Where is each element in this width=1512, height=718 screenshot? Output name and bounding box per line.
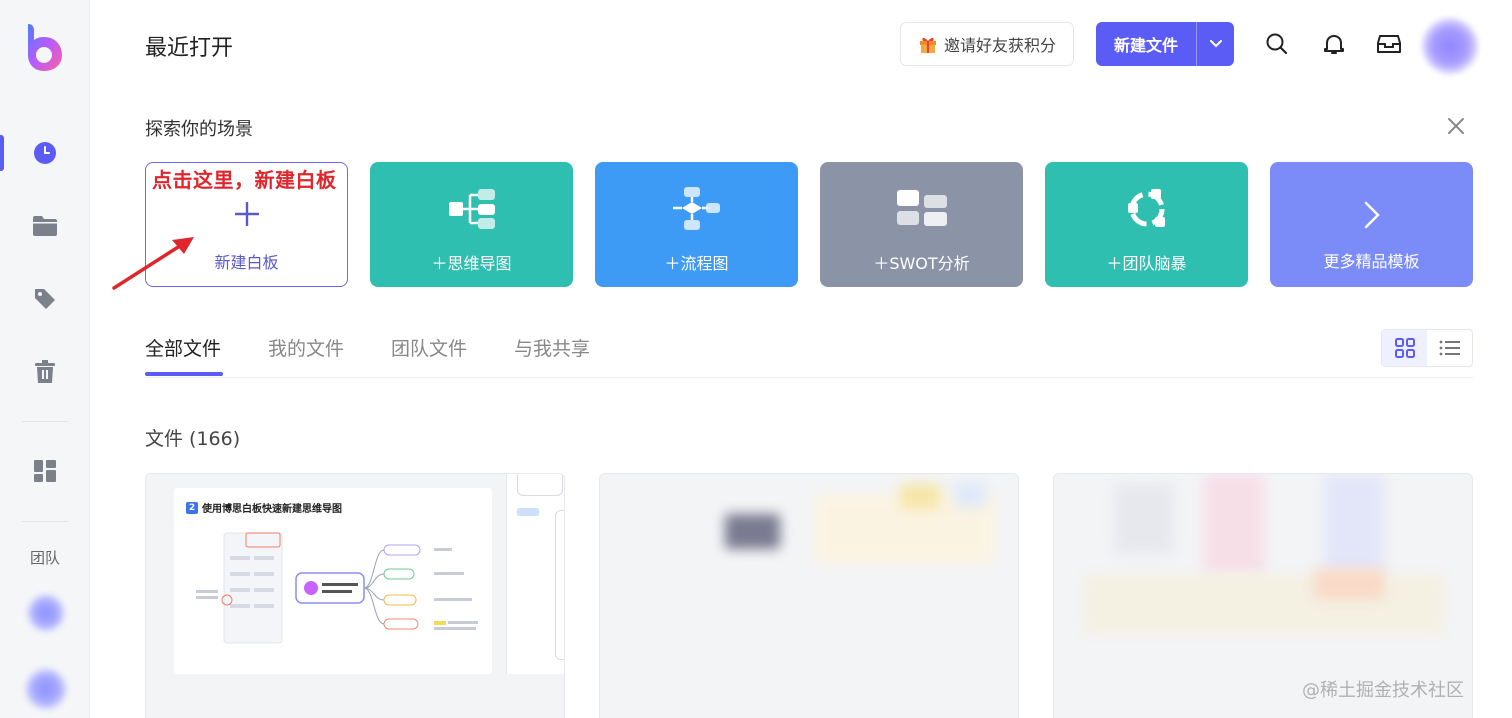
notifications-button[interactable] <box>1320 30 1348 58</box>
inbox-icon <box>1377 35 1401 53</box>
mindmap-icon <box>370 184 573 234</box>
app-logo[interactable] <box>24 22 66 72</box>
sidebar-item-tags[interactable] <box>25 279 65 319</box>
swot-template-card[interactable]: ＋SWOT分析 <box>820 162 1023 287</box>
brainstorm-icon <box>1045 184 1248 234</box>
hint-annotation: 点击这里，新建白板 <box>152 168 337 192</box>
sidebar-item-trash[interactable] <box>25 352 65 392</box>
team-avatar[interactable] <box>27 594 65 632</box>
mindmap-preview-icon <box>196 532 478 644</box>
step-badge: 2 <box>186 501 198 514</box>
card-label: ＋团队脑暴 <box>1106 254 1187 273</box>
file-card[interactable] <box>599 473 1019 718</box>
files-count: 文件 (166) <box>145 428 241 450</box>
gift-icon <box>919 37 936 53</box>
clock-icon <box>34 142 56 164</box>
explore-section-title: 探索你的场景 <box>145 119 253 140</box>
list-view-icon <box>1439 340 1460 356</box>
new-file-dropdown[interactable] <box>1197 40 1234 48</box>
bell-icon <box>1324 35 1344 54</box>
flowchart-icon <box>595 184 798 234</box>
team-avatar[interactable] <box>25 668 67 710</box>
arrow-annotation-icon <box>112 237 194 290</box>
watermark-text: @稀土掘金技术社区 <box>1302 680 1464 701</box>
sidebar-item-recent[interactable] <box>25 133 65 173</box>
mindmap-template-card[interactable]: ＋思维导图 <box>370 162 573 287</box>
active-tab-indicator <box>145 372 223 376</box>
card-label: ＋思维导图 <box>431 254 512 273</box>
view-toggle <box>1381 329 1473 367</box>
card-label: ＋SWOT分析 <box>873 254 970 273</box>
folder-icon <box>33 216 57 236</box>
trash-icon <box>35 360 55 383</box>
search-button[interactable] <box>1263 30 1291 58</box>
page-title: 最近打开 <box>145 36 234 61</box>
more-templates-card[interactable]: 更多精品模板 <box>1270 162 1473 287</box>
inbox-button[interactable] <box>1375 30 1403 58</box>
sidebar-divider <box>22 421 68 422</box>
tab-all-files[interactable]: 全部文件 <box>145 334 221 361</box>
card-label: ＋流程图 <box>664 254 729 273</box>
file-thumbnail: 2 使用博思白板快速新建思维导图 <box>174 488 492 674</box>
grid-view-button[interactable] <box>1382 330 1427 366</box>
sidebar: 团队 <box>0 0 90 718</box>
thumbnail-title: 2 使用博思白板快速新建思维导图 <box>186 500 342 515</box>
thumbnail-side-panel <box>506 474 564 674</box>
tag-icon <box>35 289 55 309</box>
user-avatar[interactable] <box>1422 18 1478 74</box>
new-file-button[interactable]: 新建文件 <box>1096 22 1234 66</box>
team-section-label: 团队 <box>29 549 60 567</box>
file-tabs: 全部文件 我的文件 团队文件 与我共享 <box>145 332 1473 378</box>
list-view-button[interactable] <box>1427 330 1472 366</box>
grid-view-icon <box>1394 338 1415 358</box>
chevron-right-icon <box>1270 190 1473 240</box>
tab-my-files[interactable]: 我的文件 <box>268 334 344 361</box>
sidebar-divider <box>22 521 68 522</box>
thumbnail-title-text: 使用博思白板快速新建思维导图 <box>202 504 342 515</box>
new-file-label: 新建文件 <box>1113 36 1178 55</box>
invite-label: 邀请好友获积分 <box>943 36 1056 55</box>
sidebar-item-templates[interactable] <box>25 451 65 491</box>
close-icon[interactable] <box>1444 114 1468 138</box>
tab-team-files[interactable]: 团队文件 <box>391 334 467 361</box>
grid-icon <box>34 460 56 482</box>
brainstorm-template-card[interactable]: ＋团队脑暴 <box>1045 162 1248 287</box>
invite-friends-button[interactable]: 邀请好友获积分 <box>900 22 1074 66</box>
flowchart-template-card[interactable]: ＋流程图 <box>595 162 798 287</box>
card-label: 更多精品模板 <box>1323 252 1420 271</box>
sidebar-item-folder[interactable] <box>25 206 65 246</box>
chevron-down-icon <box>1209 40 1222 48</box>
tab-shared-with-me[interactable]: 与我共享 <box>514 334 590 361</box>
search-icon <box>1266 33 1288 55</box>
file-card[interactable]: 2 使用博思白板快速新建思维导图 <box>145 473 565 718</box>
swot-icon <box>820 184 1023 234</box>
active-indicator <box>0 135 4 171</box>
